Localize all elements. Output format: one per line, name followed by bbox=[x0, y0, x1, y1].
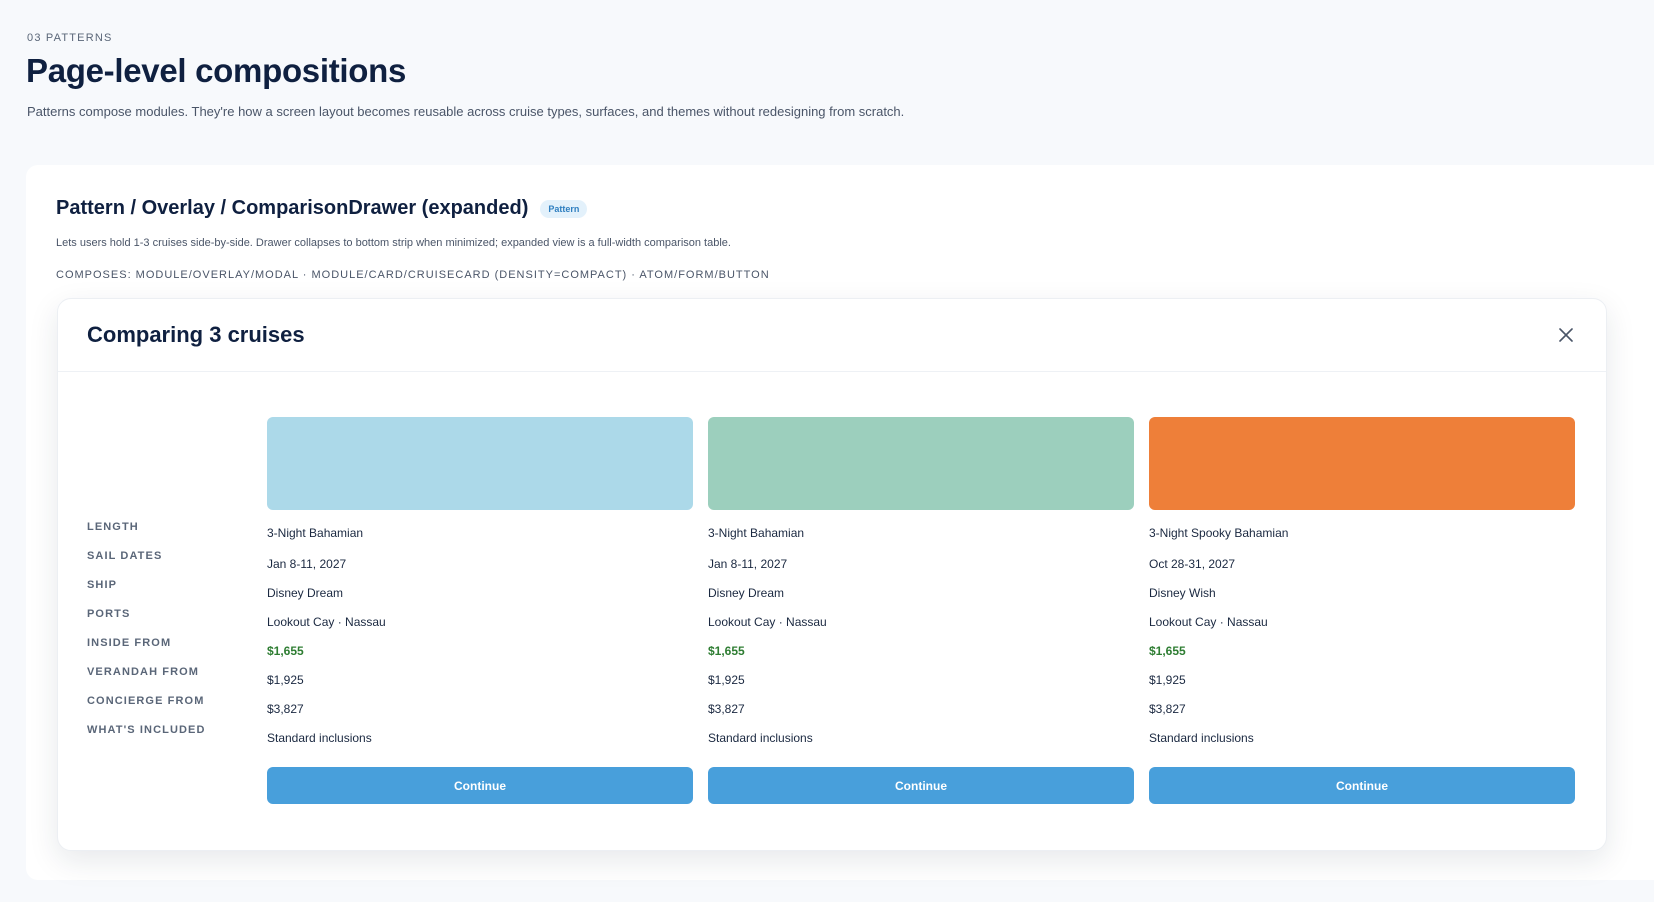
row-label-verandah-from: VERANDAH FROM bbox=[87, 666, 200, 678]
comparison-drawer: Comparing 3 cruises LENGTH SAIL DATES SH… bbox=[57, 298, 1607, 851]
row-label-ports: PORTS bbox=[87, 608, 131, 620]
cruise-sail-dates: Jan 8-11, 2027 bbox=[267, 557, 347, 571]
cruise-ports: Lookout Cay · Nassau bbox=[708, 615, 827, 629]
close-button[interactable] bbox=[1554, 323, 1578, 347]
cruise-image bbox=[1149, 417, 1575, 510]
page-eyebrow: 03 PATTERNS bbox=[27, 32, 113, 44]
row-label-whats-included: WHAT'S INCLUDED bbox=[87, 724, 206, 736]
cruise-inside-price: $1,655 bbox=[708, 644, 745, 658]
cruise-concierge-price: $3,827 bbox=[708, 702, 745, 716]
cruise-column: 3-Night Bahamian Jan 8-11, 2027 Disney D… bbox=[708, 417, 1134, 804]
cruise-ship: Disney Dream bbox=[708, 586, 785, 600]
cruise-inclusions: Standard inclusions bbox=[1149, 731, 1254, 745]
cruise-image bbox=[708, 417, 1134, 510]
cruise-ship: Disney Dream bbox=[267, 586, 344, 600]
pattern-title: Pattern / Overlay / ComparisonDrawer (ex… bbox=[56, 197, 529, 219]
cruise-image bbox=[267, 417, 693, 510]
cruise-inclusions: Standard inclusions bbox=[267, 731, 372, 745]
cruise-inside-price: $1,655 bbox=[267, 644, 304, 658]
pattern-badge: Pattern bbox=[540, 199, 588, 218]
row-label-ship: SHIP bbox=[87, 579, 118, 591]
row-label-length: LENGTH bbox=[87, 521, 139, 533]
pattern-card: Pattern / Overlay / ComparisonDrawer (ex… bbox=[26, 165, 1654, 880]
close-icon bbox=[1559, 328, 1573, 342]
page-description: Patterns compose modules. They're how a … bbox=[27, 104, 905, 119]
cruise-verandah-price: $1,925 bbox=[708, 673, 745, 687]
cruise-length: 3-Night Bahamian bbox=[708, 526, 805, 540]
cruise-ports: Lookout Cay · Nassau bbox=[1149, 615, 1268, 629]
cruise-sail-dates: Oct 28-31, 2027 bbox=[1149, 557, 1236, 571]
pattern-description: Lets users hold 1-3 cruises side-by-side… bbox=[56, 237, 731, 249]
cruise-column: 3-Night Bahamian Jan 8-11, 2027 Disney D… bbox=[267, 417, 693, 804]
cruise-verandah-price: $1,925 bbox=[1149, 673, 1186, 687]
page-title: Page-level compositions bbox=[26, 52, 407, 89]
row-label-inside-from: INSIDE FROM bbox=[87, 637, 172, 649]
continue-button[interactable]: Continue bbox=[708, 767, 1134, 804]
cruise-concierge-price: $3,827 bbox=[1149, 702, 1186, 716]
cruise-inclusions: Standard inclusions bbox=[708, 731, 813, 745]
cruise-ports: Lookout Cay · Nassau bbox=[267, 615, 386, 629]
continue-button[interactable]: Continue bbox=[1149, 767, 1575, 804]
cruise-length: 3-Night Bahamian bbox=[267, 526, 364, 540]
row-label-sail-dates: SAIL DATES bbox=[87, 550, 163, 562]
cruise-ship: Disney Wish bbox=[1149, 586, 1216, 600]
drawer-title: Comparing 3 cruises bbox=[87, 322, 305, 347]
cruise-inside-price: $1,655 bbox=[1149, 644, 1186, 658]
cruise-length: 3-Night Spooky Bahamian bbox=[1149, 526, 1289, 540]
cruise-column: 3-Night Spooky Bahamian Oct 28-31, 2027 … bbox=[1149, 417, 1575, 804]
row-label-concierge-from: CONCIERGE FROM bbox=[87, 695, 205, 707]
drawer-header: Comparing 3 cruises bbox=[58, 299, 1606, 372]
cruise-verandah-price: $1,925 bbox=[267, 673, 304, 687]
cruise-concierge-price: $3,827 bbox=[267, 702, 304, 716]
continue-button[interactable]: Continue bbox=[267, 767, 693, 804]
cruise-sail-dates: Jan 8-11, 2027 bbox=[708, 557, 788, 571]
pattern-heading: Pattern / Overlay / ComparisonDrawer (ex… bbox=[56, 197, 588, 220]
composes-list: COMPOSES: MODULE/OVERLAY/MODAL · MODULE/… bbox=[56, 269, 770, 281]
